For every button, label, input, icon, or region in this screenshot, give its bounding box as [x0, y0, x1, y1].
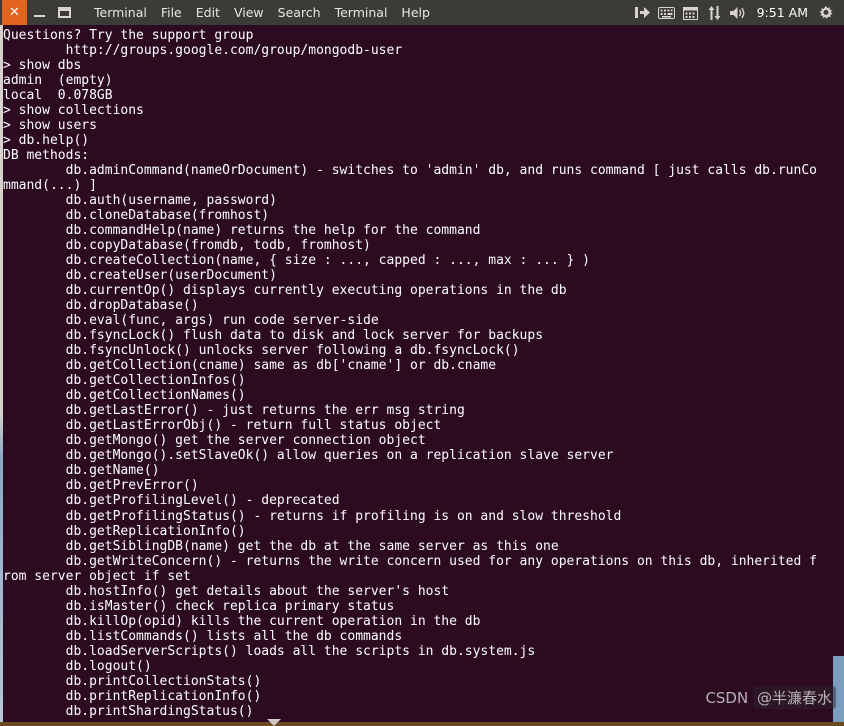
maximize-icon — [58, 7, 71, 18]
minimize-button[interactable] — [27, 0, 52, 25]
terminal-line: db.printReplicationInfo() — [3, 688, 262, 704]
terminal-line: > show dbs — [3, 58, 82, 74]
terminal-line: DB methods: — [3, 148, 90, 164]
terminal-line: db.getCollection(cname) same as db['cnam… — [3, 358, 497, 374]
terminal-line: db.getName() — [3, 463, 160, 479]
network-icon[interactable] — [631, 0, 655, 25]
maximize-button[interactable] — [52, 0, 77, 25]
terminal-line: db.fsyncUnlock() unlocks server followin… — [3, 343, 520, 359]
terminal-line: db.dropDatabase() — [3, 298, 199, 314]
updown-arrows-icon[interactable] — [703, 0, 727, 25]
terminal-line: db.getMongo() get the server connection … — [3, 433, 426, 449]
terminal-line: db.adminCommand(nameOrDocument) - switch… — [3, 163, 817, 179]
terminal-line: db.getMongo().setSlaveOk() allow queries… — [3, 448, 614, 464]
terminal-line: db.currentOp() displays currently execut… — [3, 283, 567, 299]
terminal-output: Questions? Try the support group http://… — [0, 25, 817, 719]
terminal-line: local 0.078GB — [3, 88, 113, 104]
terminal-line: db.copyDatabase(fromdb, todb, fromhost) — [3, 238, 371, 254]
terminal-line: db.getSiblingDB(name) get the db at the … — [3, 538, 559, 554]
close-button[interactable]: ✕ — [2, 0, 27, 25]
terminal-line: db.getLastErrorObj() - return full statu… — [3, 418, 442, 434]
menu-item-search[interactable]: Search — [271, 0, 328, 25]
window-titlebar: ✕ Terminal File Edit View Search Termina… — [0, 0, 844, 25]
terminal-line: db.createCollection(name, { size : ..., … — [3, 253, 590, 269]
system-tray: 9:51 AM — [631, 0, 844, 25]
menu-item-terminal[interactable]: Terminal — [328, 0, 395, 25]
terminal-line: db.killOp(opid) kills the current operat… — [3, 613, 481, 629]
terminal-line: db.loadServerScripts() loads all the scr… — [3, 643, 536, 659]
terminal-line: > show collections — [3, 103, 144, 119]
gear-icon[interactable] — [814, 0, 838, 25]
terminal-line: db.eval(func, args) run code server-side — [3, 313, 379, 329]
window-controls: ✕ — [0, 0, 77, 25]
terminal-line: db.getProfilingLevel() - deprecated — [3, 493, 340, 509]
terminal-line: http://groups.google.com/group/mongodb-u… — [3, 43, 403, 59]
scroll-down-arrow-icon[interactable] — [267, 719, 281, 726]
terminal-line: Questions? Try the support group — [3, 28, 254, 43]
terminal-line: admin (empty) — [3, 73, 113, 89]
terminal-scrollbar-thumb[interactable] — [833, 656, 844, 726]
menu-bar: Terminal File Edit View Search Terminal … — [87, 0, 437, 25]
terminal-line: db.getLastError() - just returns the err… — [3, 403, 465, 419]
terminal-line: db.getWriteConcern() - returns the write… — [3, 553, 817, 569]
terminal-line: db.commandHelp(name) returns the help fo… — [3, 223, 481, 239]
terminal-line: > show users — [3, 118, 97, 134]
terminal-line: db.getCollectionNames() — [3, 388, 246, 404]
terminal-line: db.createUser(userDocument) — [3, 268, 277, 284]
terminal-line: db.isMaster() check replica primary stat… — [3, 598, 395, 614]
menu-item-edit[interactable]: Edit — [189, 0, 227, 25]
terminal-line: db.printShardingStatus() — [3, 703, 254, 719]
window-bottom-edge — [0, 722, 844, 726]
terminal-line: db.hostInfo() get details about the serv… — [3, 583, 450, 599]
terminal-line: db.listCommands() lists all the db comma… — [3, 628, 403, 644]
terminal-view[interactable]: Questions? Try the support group http://… — [0, 25, 844, 726]
terminal-line: db.getPrevError() — [3, 478, 199, 494]
terminal-line: db.getCollectionInfos() — [3, 373, 246, 389]
terminal-line: db.printCollectionStats() — [3, 673, 262, 689]
terminal-line: db.fsyncLock() flush data to disk and lo… — [3, 328, 544, 344]
calendar-icon[interactable] — [679, 0, 703, 25]
terminal-line: db.auth(username, password) — [3, 193, 277, 209]
minimize-icon — [34, 15, 45, 17]
terminal-line: rom server object if set — [3, 568, 191, 584]
terminal-line: > db.help() — [3, 133, 90, 149]
terminal-line: db.logout() — [3, 658, 152, 674]
menu-item-terminal-app[interactable]: Terminal — [87, 0, 154, 25]
close-icon: ✕ — [9, 5, 20, 20]
volume-icon[interactable] — [727, 0, 751, 25]
menu-item-view[interactable]: View — [227, 0, 271, 25]
clock[interactable]: 9:51 AM — [751, 5, 814, 20]
menu-item-help[interactable]: Help — [394, 0, 437, 25]
terminal-line: mmand(...) ] — [3, 178, 97, 194]
terminal-line: db.getProfilingStatus() - returns if pro… — [3, 508, 622, 524]
terminal-line: db.cloneDatabase(fromhost) — [3, 208, 270, 224]
menu-item-file[interactable]: File — [154, 0, 189, 25]
terminal-line: db.getReplicationInfo() — [3, 523, 246, 539]
keyboard-icon[interactable] — [655, 0, 679, 25]
